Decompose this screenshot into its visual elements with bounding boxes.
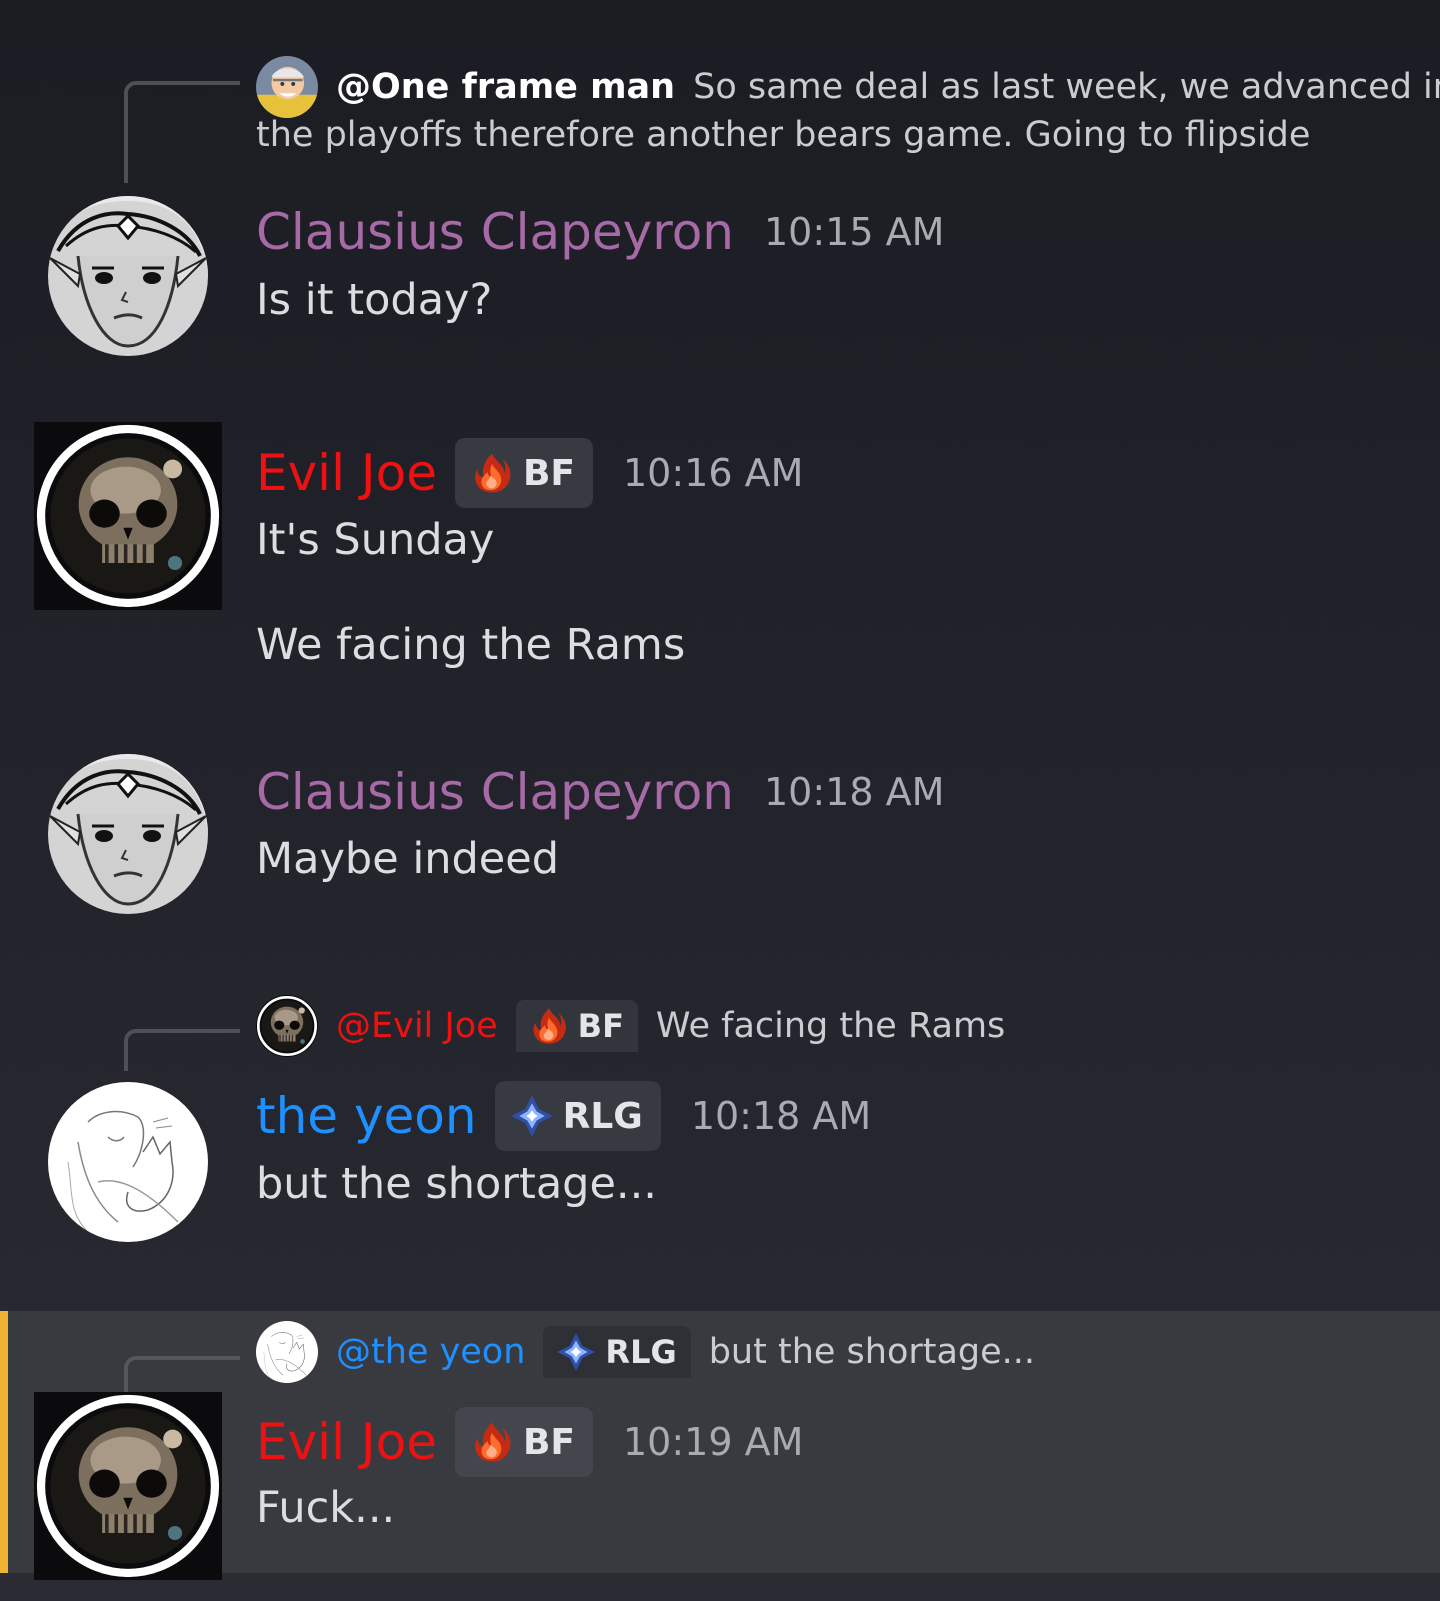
message-text: It's Sunday	[256, 515, 495, 565]
author-name[interactable]: Clausius Clapeyron	[256, 201, 734, 263]
message-text: but the shortage...	[256, 1159, 657, 1209]
reply-text-continued: the playoffs therefore another bears gam…	[256, 115, 1311, 155]
reply-text: but the shortage...	[708, 1332, 1036, 1372]
reply-preview[interactable]: @the yeon RLG but the shortage...	[256, 1321, 1035, 1383]
diamond-icon	[555, 1331, 597, 1373]
server-tag[interactable]: BF	[454, 438, 593, 508]
avatar[interactable]	[48, 1082, 208, 1242]
server-tag[interactable]: RLG	[494, 1081, 661, 1151]
timestamp: 10:19 AM	[623, 1420, 804, 1464]
tag-label: BF	[577, 1007, 624, 1045]
tag-label: BF	[522, 1421, 575, 1463]
fire-icon	[469, 450, 515, 496]
diamond-icon	[509, 1093, 555, 1139]
server-tag[interactable]: BF	[515, 1000, 638, 1052]
reply-text: We facing the Rams	[655, 1006, 1006, 1046]
message-text: We facing the Rams	[256, 620, 686, 670]
author-name[interactable]: Evil Joe	[256, 442, 437, 504]
tag-label: RLG	[562, 1095, 643, 1137]
server-tag[interactable]: BF	[454, 1407, 593, 1477]
author-name[interactable]: Clausius Clapeyron	[256, 761, 734, 823]
avatar[interactable]	[34, 422, 222, 610]
reply-connector	[124, 81, 240, 183]
fire-icon	[528, 1005, 570, 1047]
author-name[interactable]: Evil Joe	[256, 1411, 437, 1473]
reply-author[interactable]: @Evil Joe	[336, 1004, 498, 1048]
timestamp: 10:16 AM	[623, 451, 804, 495]
tag-label: BF	[522, 452, 575, 494]
reply-connector	[124, 1029, 240, 1071]
reply-preview[interactable]: @Evil Joe BF We facing the Rams	[256, 995, 1005, 1057]
server-tag[interactable]: RLG	[543, 1326, 691, 1378]
reply-author[interactable]: @the yeon	[336, 1330, 525, 1374]
message-text: Is it today?	[256, 275, 493, 325]
avatar[interactable]	[48, 196, 208, 356]
avatar[interactable]	[256, 1321, 318, 1383]
message-text: Fuck...	[256, 1483, 396, 1533]
message-text: Maybe indeed	[256, 834, 560, 884]
timestamp: 10:18 AM	[763, 770, 945, 814]
avatar[interactable]	[34, 1392, 222, 1580]
author-name[interactable]: the yeon	[256, 1085, 477, 1147]
reply-text: So same deal as last week, we advanced i…	[693, 67, 1440, 107]
fire-icon	[469, 1419, 515, 1465]
timestamp: 10:18 AM	[690, 1094, 872, 1138]
tag-label: RLG	[605, 1333, 677, 1371]
avatar[interactable]	[48, 754, 208, 914]
reply-author[interactable]: @One frame man	[336, 65, 675, 109]
timestamp: 10:15 AM	[763, 210, 945, 254]
avatar[interactable]	[256, 995, 318, 1057]
